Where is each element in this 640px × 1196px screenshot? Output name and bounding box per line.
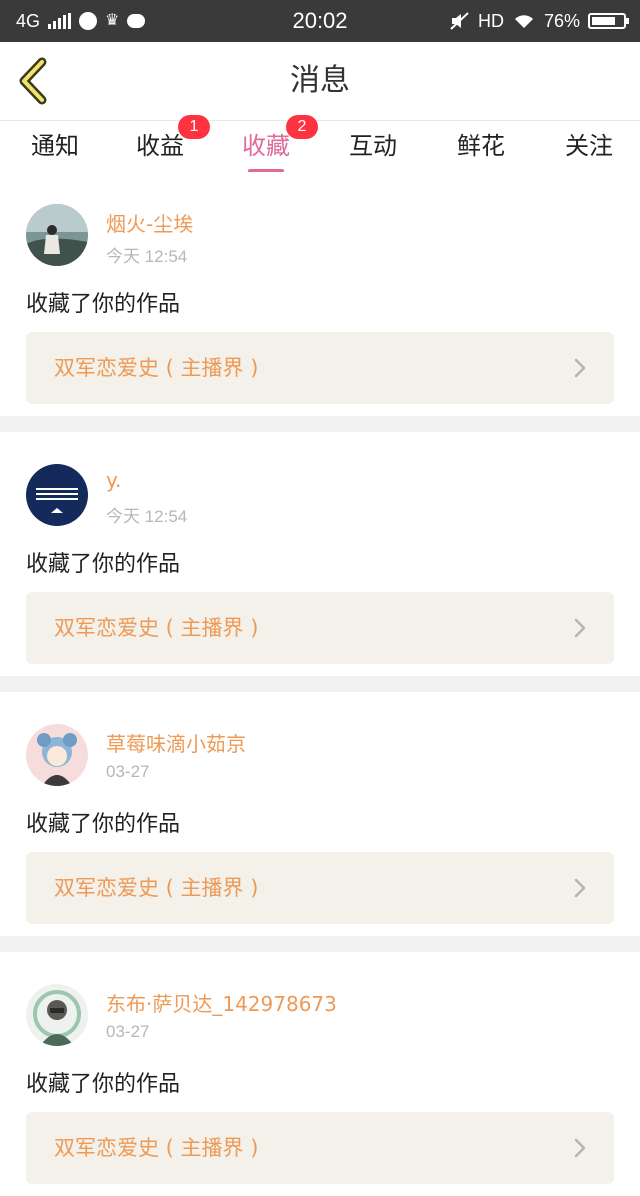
separator — [0, 416, 640, 432]
tab-label: 鲜花 — [457, 132, 505, 160]
work-link[interactable]: 双军恋爱史 ( 主播界 ) — [26, 1112, 614, 1184]
chevron-right-icon — [574, 618, 586, 638]
chevron-right-icon — [574, 358, 586, 378]
timestamp: 今天 12:54 — [106, 247, 188, 266]
tab-label: 互动 — [349, 132, 397, 160]
timestamp: 今天 12:54 — [106, 507, 188, 526]
tab-label: 通知 — [31, 132, 79, 160]
mute-icon — [450, 12, 469, 30]
battery-icon — [588, 13, 629, 29]
action-text: 收藏了你的作品 — [26, 292, 181, 317]
work-link[interactable]: 双军恋爱史 ( 主播界 ) — [26, 852, 614, 924]
action-text: 收藏了你的作品 — [26, 552, 181, 577]
tab-flowers[interactable]: 鲜花 — [426, 121, 536, 173]
status-right: HD 76% — [450, 0, 629, 42]
username[interactable]: y. — [106, 468, 121, 492]
work-link[interactable]: 双军恋爱史 ( 主播界 ) — [26, 332, 614, 404]
battery-percent: 76% — [543, 10, 580, 31]
avatar[interactable] — [26, 464, 88, 526]
action-text: 收藏了你的作品 — [26, 812, 181, 837]
favorites-list: 烟火-尘埃 今天 12:54 收藏了你的作品 双军恋爱史 ( 主播界 ) y. … — [0, 172, 640, 1196]
username[interactable]: 东布·萨贝达_142978673 — [106, 988, 337, 1017]
wifi-icon — [514, 15, 533, 28]
tab-follows[interactable]: 关注 — [534, 121, 640, 173]
avatar[interactable] — [26, 724, 88, 786]
battery-fill — [592, 17, 615, 25]
tab-bar: 通知 收益 收藏 互动 鲜花 关注 1 2 — [0, 115, 640, 173]
work-title: 双军恋爱史 ( 主播界 ) — [54, 356, 259, 380]
list-item: 东布·萨贝达_142978673 03-27 收藏了你的作品 双军恋爱史 ( 主… — [0, 952, 640, 1196]
tab-notifications[interactable]: 通知 — [0, 121, 110, 173]
tab-label: 关注 — [565, 132, 613, 160]
avatar[interactable] — [26, 984, 88, 1046]
tab-label: 收藏 — [242, 132, 290, 160]
list-item: 草莓味滴小茹京 03-27 收藏了你的作品 双军恋爱史 ( 主播界 ) — [0, 692, 640, 936]
favorites-count-badge: 2 — [286, 115, 318, 139]
work-link[interactable]: 双军恋爱史 ( 主播界 ) — [26, 592, 614, 664]
separator — [0, 936, 640, 952]
status-bar: 4G ♛ 20:02 HD 76% — [0, 0, 640, 42]
work-title: 双军恋爱史 ( 主播界 ) — [54, 876, 259, 900]
action-text: 收藏了你的作品 — [26, 1072, 181, 1097]
hd-indicator: HD — [477, 10, 504, 31]
work-title: 双军恋爱史 ( 主播界 ) — [54, 1136, 259, 1160]
separator — [0, 676, 640, 692]
timestamp: 03-27 — [106, 762, 150, 781]
list-item: y. 今天 12:54 收藏了你的作品 双军恋爱史 ( 主播界 ) — [0, 432, 640, 676]
work-title: 双军恋爱史 ( 主播界 ) — [54, 616, 259, 640]
avatar[interactable] — [26, 204, 88, 266]
timestamp: 03-27 — [106, 1022, 150, 1041]
earnings-count-badge: 1 — [178, 115, 210, 139]
tab-interactions[interactable]: 互动 — [318, 121, 428, 173]
nav-header: 消息 — [0, 42, 640, 120]
page-title: 消息 — [290, 63, 350, 98]
username[interactable]: 草莓味滴小茹京 — [106, 728, 246, 757]
tab-label: 收益 — [136, 132, 184, 160]
list-item: 烟火-尘埃 今天 12:54 收藏了你的作品 双军恋爱史 ( 主播界 ) — [0, 172, 640, 416]
chevron-right-icon — [574, 878, 586, 898]
chevron-right-icon — [574, 1138, 586, 1158]
username[interactable]: 烟火-尘埃 — [106, 208, 193, 237]
